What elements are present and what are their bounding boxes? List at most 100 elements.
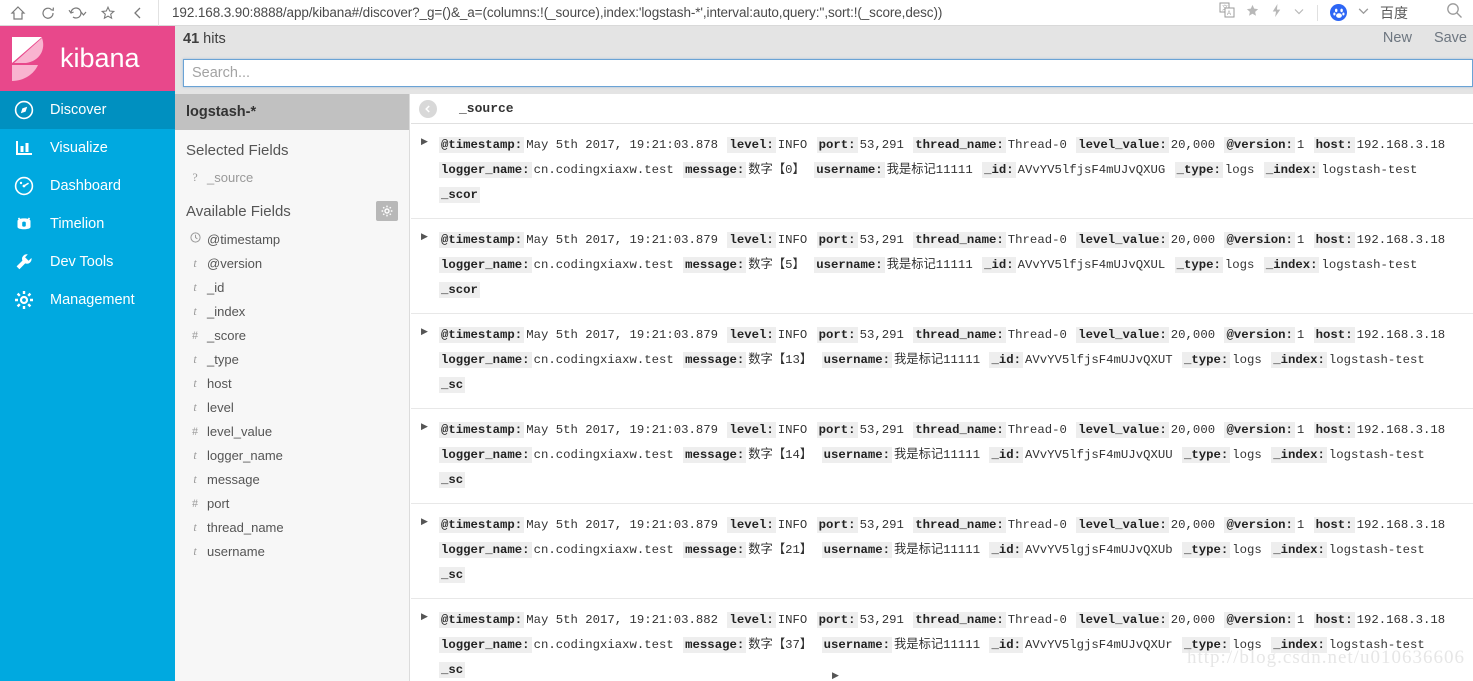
field-value: cn.codingxiaxw.test <box>533 353 674 367</box>
expand-row-caret[interactable]: ▶ <box>411 418 439 493</box>
field-value: logstash-test <box>1328 638 1425 652</box>
field-key: message: <box>683 257 747 273</box>
expand-row-caret[interactable]: ▶ <box>411 608 439 681</box>
field-value: 53,291 <box>859 423 904 437</box>
field-item-thread-name[interactable]: t thread_name <box>175 515 409 539</box>
back-icon[interactable] <box>124 1 152 25</box>
doc-line: @timestamp: May 5th 2017, 19:21:03.882 le… <box>439 608 1447 633</box>
table-row[interactable]: ▶ @timestamp: May 5th 2017, 19:21:03.879 l… <box>411 504 1473 599</box>
reload-icon[interactable] <box>34 1 62 25</box>
field-item-version[interactable]: t @version <box>175 251 409 275</box>
field-item-logger-name[interactable]: t logger_name <box>175 443 409 467</box>
expand-row-caret[interactable]: ▶ <box>411 133 439 208</box>
field-value: 53,291 <box>859 138 904 152</box>
field-name: @version <box>207 255 263 271</box>
field-item-timestamp[interactable]: @timestamp <box>175 227 409 251</box>
kibana-logo[interactable]: kibana <box>0 26 175 91</box>
svg-text:A: A <box>1227 11 1231 17</box>
back-history-icon[interactable] <box>64 1 92 25</box>
field-value: 数字【5】 <box>748 258 805 272</box>
field-value: logs <box>1224 258 1255 272</box>
field-item-type[interactable]: t _type <box>175 347 409 371</box>
field-key: level_value: <box>1076 517 1169 533</box>
field-value: Thread-0 <box>1007 613 1067 627</box>
field-value: Thread-0 <box>1007 518 1067 532</box>
table-row[interactable]: ▶ @timestamp: May 5th 2017, 19:21:03.882 l… <box>411 599 1473 681</box>
field-item-level[interactable]: t level <box>175 395 409 419</box>
field-value: Thread-0 <box>1007 233 1067 247</box>
field-value: 1 <box>1296 328 1305 342</box>
home-icon[interactable] <box>4 1 32 25</box>
doc-line: logger_name: cn.codingxiaxw.test message:… <box>439 443 1447 468</box>
baidu-paw-icon[interactable] <box>1330 4 1347 21</box>
field-value: Thread-0 <box>1007 138 1067 152</box>
available-fields-header: Available Fields <box>175 189 409 227</box>
field-item-host[interactable]: t host <box>175 371 409 395</box>
field-item-score[interactable]: # _score <box>175 323 409 347</box>
collapse-left-icon[interactable] <box>419 99 437 118</box>
field-value: 1 <box>1296 138 1305 152</box>
new-button[interactable]: New <box>1383 30 1412 46</box>
sidebar-item-dashboard[interactable]: Dashboard <box>0 167 175 205</box>
chevron-down-icon[interactable] <box>1293 4 1305 22</box>
field-value: AVvYV5lgjsF4mUJvQXUb <box>1025 543 1173 557</box>
column-header-source[interactable]: _source <box>459 101 514 116</box>
field-value: 20,000 <box>1170 518 1216 532</box>
sidebar-item-management[interactable]: Management <box>0 281 175 319</box>
field-item-level-value[interactable]: # level_value <box>175 419 409 443</box>
field-value: 20,000 <box>1170 423 1216 437</box>
field-item-source[interactable]: ? _source <box>175 165 409 189</box>
dashboard-icon <box>14 176 44 196</box>
field-key: host: <box>1313 612 1355 628</box>
sidebar-item-dev-tools[interactable]: Dev Tools <box>0 243 175 281</box>
field-item-index[interactable]: t _index <box>175 299 409 323</box>
field-value: 20,000 <box>1170 138 1216 152</box>
sidebar-item-visualize[interactable]: Visualize <box>0 129 175 167</box>
sidebar-item-timelion[interactable]: Timelion <box>0 205 175 243</box>
doc-line: logger_name: cn.codingxiaxw.test message:… <box>439 158 1447 183</box>
field-key: @version: <box>1224 232 1295 248</box>
source-cell: @timestamp: May 5th 2017, 19:21:03.882 le… <box>439 608 1447 681</box>
search-input[interactable] <box>183 59 1473 87</box>
field-type-icon: t <box>193 255 197 270</box>
field-value: 数字【0】 <box>748 163 805 177</box>
gear-icon[interactable] <box>376 201 398 221</box>
expand-row-caret[interactable]: ▶ <box>832 670 839 681</box>
table-row[interactable]: ▶ @timestamp: May 5th 2017, 19:21:03.878 l… <box>411 124 1473 219</box>
field-value: May 5th 2017, 19:21:03.879 <box>526 233 719 247</box>
table-row[interactable]: ▶ @timestamp: May 5th 2017, 19:21:03.879 l… <box>411 219 1473 314</box>
field-item-port[interactable]: # port <box>175 491 409 515</box>
discover-topbar: 41 hits New Save <box>175 26 1473 94</box>
field-value: 我是标记11111 <box>893 448 981 462</box>
sidebar-item-discover[interactable]: Discover <box>0 91 175 129</box>
selected-fields-list: ? _source <box>175 165 409 189</box>
source-cell: @timestamp: May 5th 2017, 19:21:03.879 le… <box>439 513 1447 588</box>
field-value: logstash-test <box>1321 163 1418 177</box>
field-type-icon: t <box>193 447 197 462</box>
field-item-message[interactable]: t message <box>175 467 409 491</box>
star-icon[interactable] <box>1245 3 1260 23</box>
expand-row-caret[interactable]: ▶ <box>411 513 439 588</box>
engine-chevron-icon[interactable] <box>1357 4 1370 22</box>
field-key: @timestamp: <box>439 612 525 628</box>
expand-row-caret[interactable]: ▶ <box>411 323 439 398</box>
table-row[interactable]: ▶ @timestamp: May 5th 2017, 19:21:03.879 l… <box>411 314 1473 409</box>
index-pattern-selector[interactable]: logstash-* <box>175 94 409 130</box>
expand-row-caret[interactable]: ▶ <box>411 228 439 303</box>
field-key: port: <box>816 422 858 438</box>
translate-icon[interactable]: 文A <box>1219 2 1235 23</box>
doc-line: logger_name: cn.codingxiaxw.test message:… <box>439 538 1447 563</box>
save-button[interactable]: Save <box>1434 30 1467 46</box>
field-item-username[interactable]: t username <box>175 539 409 563</box>
bookmark-star-icon[interactable] <box>94 1 122 25</box>
field-key: host: <box>1313 517 1355 533</box>
search-icon[interactable] <box>1446 2 1463 24</box>
field-value: 数字【13】 <box>748 353 813 367</box>
search-row <box>183 59 1473 87</box>
field-item-id[interactable]: t _id <box>175 275 409 299</box>
field-value: 1 <box>1296 423 1305 437</box>
lightning-icon[interactable] <box>1270 3 1283 23</box>
url-bar[interactable]: 192.168.3.90:8888/app/kibana#/discover?_… <box>158 0 1213 26</box>
table-row[interactable]: ▶ @timestamp: May 5th 2017, 19:21:03.879 l… <box>411 409 1473 504</box>
sidebar-item-label: Dashboard <box>50 178 121 194</box>
